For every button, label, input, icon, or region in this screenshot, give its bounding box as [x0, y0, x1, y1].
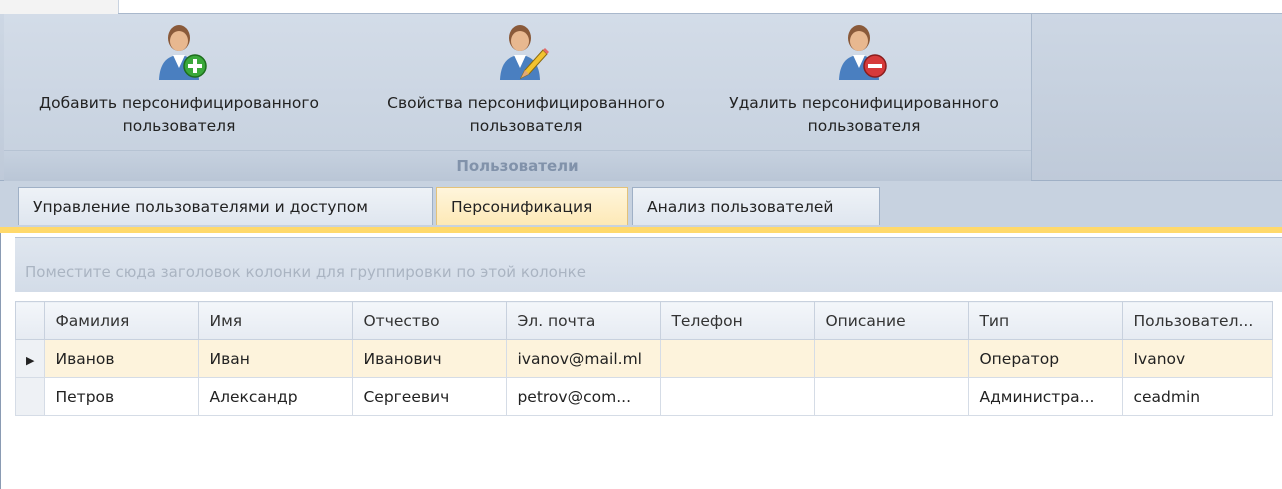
delete-user-label: Удалить персонифицированного пользовател…	[729, 94, 999, 135]
column-header-first-name[interactable]: Имя	[198, 301, 354, 340]
row-selector[interactable]: ▶	[14, 339, 46, 378]
table-row[interactable]: ▶ Иванов Иван Иванович ivanov@mail.ml Оп…	[14, 339, 1274, 378]
table-cell[interactable]: Иванович	[352, 339, 508, 378]
table-cell[interactable]: petrov@com...	[506, 377, 662, 416]
table-cell[interactable]: Администра...	[968, 377, 1124, 416]
group-by-panel[interactable]: Поместите сюда заголовок колонки для гру…	[15, 237, 1282, 292]
user-properties-label: Свойства персонифицированного пользовате…	[387, 94, 665, 135]
table-cell[interactable]: Александр	[198, 377, 354, 416]
column-header-type[interactable]: Тип	[968, 301, 1124, 340]
ribbon-group-label: Пользователи	[4, 150, 1031, 181]
table-cell[interactable]: Ivanov	[1122, 339, 1274, 378]
table-row[interactable]: Петров Александр Сергеевич petrov@com...…	[14, 377, 1274, 416]
row-selector-header[interactable]	[14, 301, 46, 340]
tab-user-access-management[interactable]: Управление пользователями и доступом	[18, 187, 433, 225]
current-row-indicator-icon: ▶	[26, 353, 35, 367]
delete-user-button[interactable]: Удалить персонифицированного пользовател…	[704, 14, 1024, 144]
user-properties-button[interactable]: Свойства персонифицированного пользовате…	[359, 14, 693, 144]
table-cell[interactable]: Сергеевич	[352, 377, 508, 416]
column-header-phone[interactable]: Телефон	[660, 301, 816, 340]
column-header-description[interactable]: Описание	[814, 301, 970, 340]
table-cell[interactable]: ceadmin	[1122, 377, 1274, 416]
column-header-email[interactable]: Эл. почта	[506, 301, 662, 340]
table-cell[interactable]	[660, 339, 816, 378]
table-cell[interactable]	[814, 377, 970, 416]
row-selector[interactable]	[14, 377, 46, 416]
column-header-last-name[interactable]: Фамилия	[44, 301, 200, 340]
table-header-row: Фамилия Имя Отчество Эл. почта Телефон О…	[14, 301, 1274, 340]
window-top-edge	[0, 0, 1282, 14]
tab-user-analysis[interactable]: Анализ пользователей	[632, 187, 880, 225]
table-cell[interactable]: Иванов	[44, 339, 200, 378]
table-cell[interactable]: Оператор	[968, 339, 1124, 378]
user-edit-icon	[500, 25, 549, 80]
column-header-patronymic[interactable]: Отчество	[352, 301, 508, 340]
user-add-icon	[159, 25, 207, 80]
tab-personification[interactable]: Персонификация	[436, 187, 628, 225]
ribbon: Добавить персонифицированного пользовате…	[0, 14, 1282, 181]
table-cell[interactable]: Петров	[44, 377, 200, 416]
users-table: Фамилия Имя Отчество Эл. почта Телефон О…	[14, 301, 1274, 416]
ribbon-group-users: Добавить персонифицированного пользовате…	[4, 14, 1032, 181]
add-user-label: Добавить персонифицированного пользовате…	[39, 94, 319, 135]
table-cell[interactable]	[814, 339, 970, 378]
users-grid: Поместите сюда заголовок колонки для гру…	[0, 233, 1282, 489]
add-user-button[interactable]: Добавить персонифицированного пользовате…	[14, 14, 344, 144]
column-header-username[interactable]: Пользовател...	[1122, 301, 1274, 340]
user-delete-icon	[839, 25, 887, 80]
top-tab-fragment	[0, 0, 119, 14]
table-cell[interactable]: ivanov@mail.ml	[506, 339, 662, 378]
tab-strip: Управление пользователями и доступом Пер…	[0, 181, 1282, 227]
table-cell[interactable]: Иван	[198, 339, 354, 378]
group-by-hint: Поместите сюда заголовок колонки для гру…	[25, 263, 586, 281]
table-cell[interactable]	[660, 377, 816, 416]
